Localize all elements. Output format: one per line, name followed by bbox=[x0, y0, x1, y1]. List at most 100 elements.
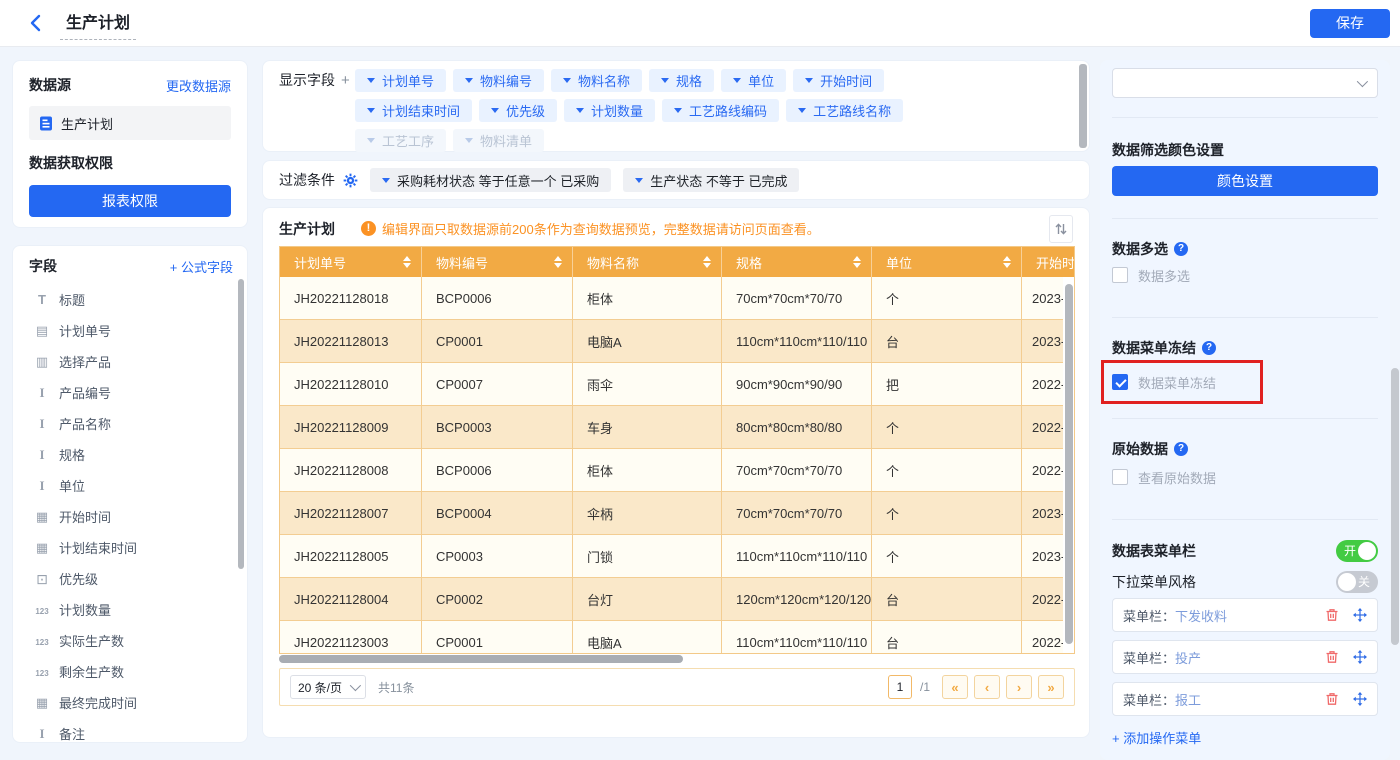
table-cell: 110cm*110cm*110/110 bbox=[722, 320, 872, 362]
trash-icon[interactable] bbox=[1325, 608, 1339, 622]
move-icon[interactable] bbox=[1353, 692, 1367, 706]
display-fields-label: 显示字段+ bbox=[279, 69, 355, 143]
help-icon[interactable] bbox=[1202, 341, 1216, 355]
display-field-chip-disabled[interactable]: 物料清单 bbox=[453, 129, 544, 152]
page-scrollbar[interactable] bbox=[1391, 368, 1399, 645]
display-field-chip[interactable]: 规格 bbox=[649, 69, 714, 92]
field-item[interactable]: 单位 bbox=[29, 470, 233, 501]
dropdown-style-row: 下拉菜单风格 关 bbox=[1112, 571, 1378, 593]
save-button[interactable]: 保存 bbox=[1310, 9, 1390, 38]
field-item[interactable]: 备注 bbox=[29, 718, 233, 743]
back-icon[interactable] bbox=[28, 14, 44, 32]
last-page-button[interactable]: » bbox=[1038, 675, 1064, 699]
menu-bar-item-name: 投产 bbox=[1175, 648, 1201, 667]
gear-icon[interactable] bbox=[343, 173, 358, 188]
display-field-chip[interactable]: 单位 bbox=[721, 69, 786, 92]
first-page-button[interactable]: « bbox=[942, 675, 968, 699]
filter-chip[interactable]: 采购耗材状态 等于任意一个 已采购 bbox=[370, 168, 611, 192]
table-row[interactable]: JH20221128009BCP0003车身80cm*80cm*80/80个20… bbox=[280, 406, 1075, 449]
field-item[interactable]: 产品名称 bbox=[29, 408, 233, 439]
change-datasource-link[interactable]: 更改数据源 bbox=[166, 76, 231, 95]
display-field-chip-disabled[interactable]: 工艺工序 bbox=[355, 129, 446, 152]
menubar-toggle[interactable]: 开 bbox=[1336, 540, 1378, 562]
display-field-chip[interactable]: 优先级 bbox=[479, 99, 557, 122]
field-item[interactable]: 标题 bbox=[29, 284, 233, 315]
field-item[interactable]: 产品编号 bbox=[29, 377, 233, 408]
table-row[interactable]: JH20221128004CP0002台灯120cm*120cm*120/120… bbox=[280, 578, 1075, 621]
column-header[interactable]: 计划单号 bbox=[280, 247, 422, 277]
help-icon[interactable] bbox=[1174, 242, 1188, 256]
sort-icon[interactable] bbox=[554, 256, 562, 268]
field-item[interactable]: 开始时间 bbox=[29, 501, 233, 532]
table-row[interactable]: JH20221128005CP0003门锁110cm*110cm*110/110… bbox=[280, 535, 1075, 578]
table-vertical-scrollbar[interactable] bbox=[1065, 284, 1073, 644]
column-header[interactable]: 单位 bbox=[872, 247, 1022, 277]
move-icon[interactable] bbox=[1353, 608, 1367, 622]
menu-bar-item[interactable]: 菜单栏： 下发收料 bbox=[1112, 598, 1378, 632]
page-number-input[interactable]: 1 bbox=[888, 675, 912, 699]
page-size-select[interactable]: 20 条/页 bbox=[290, 675, 366, 699]
multi-select-checkbox[interactable] bbox=[1112, 267, 1128, 283]
display-field-chip[interactable]: 计划结束时间 bbox=[355, 99, 472, 122]
field-item-label: 选择产品 bbox=[59, 352, 111, 371]
table-row[interactable]: JH20221128007BCP0004伞柄70cm*70cm*70/70个20… bbox=[280, 492, 1075, 535]
sort-order-button[interactable] bbox=[1049, 215, 1073, 243]
field-item[interactable]: 最终完成时间 bbox=[29, 687, 233, 718]
field-item[interactable]: 规格 bbox=[29, 439, 233, 470]
table-row[interactable]: JH20221128010CP0007雨伞90cm*90cm*90/90把202… bbox=[280, 363, 1075, 406]
column-header[interactable]: 开始时间 bbox=[1022, 247, 1075, 277]
column-header[interactable]: 物料名称 bbox=[573, 247, 722, 277]
table-row[interactable]: JH20221128008BCP0006柜体70cm*70cm*70/70个20… bbox=[280, 449, 1075, 492]
display-field-chip[interactable]: 计划单号 bbox=[355, 69, 446, 92]
datasource-title: 数据源 bbox=[29, 75, 71, 95]
sort-icon[interactable] bbox=[1003, 256, 1011, 268]
display-field-chip[interactable]: 工艺路线编码 bbox=[662, 99, 779, 122]
column-header[interactable]: 规格 bbox=[722, 247, 872, 277]
sort-icon[interactable] bbox=[853, 256, 861, 268]
display-field-chip[interactable]: 物料名称 bbox=[551, 69, 642, 92]
field-item[interactable]: 优先级 bbox=[29, 563, 233, 594]
table-horizontal-scrollbar[interactable] bbox=[279, 655, 683, 663]
sort-icon[interactable] bbox=[703, 256, 711, 268]
datasource-item[interactable]: 生产计划 bbox=[29, 106, 231, 140]
add-menu-link[interactable]: + 添加操作菜单 bbox=[1112, 728, 1378, 747]
trash-icon[interactable] bbox=[1325, 650, 1339, 664]
prev-page-button[interactable]: ‹ bbox=[974, 675, 1000, 699]
help-icon[interactable] bbox=[1174, 442, 1188, 456]
settings-dropdown[interactable] bbox=[1112, 68, 1378, 98]
display-field-chip[interactable]: 物料编号 bbox=[453, 69, 544, 92]
field-item[interactable]: 计划结束时间 bbox=[29, 532, 233, 563]
formula-field-link[interactable]: + 公式字段 bbox=[170, 257, 233, 276]
filter-chip[interactable]: 生产状态 不等于 已完成 bbox=[623, 168, 799, 192]
display-field-chip[interactable]: 开始时间 bbox=[793, 69, 884, 92]
trash-icon[interactable] bbox=[1325, 692, 1339, 706]
dropdown-style-toggle[interactable]: 关 bbox=[1336, 571, 1378, 593]
field-item[interactable]: 计划单号 bbox=[29, 315, 233, 346]
table-row[interactable]: JH20221128013CP0001电脑A110cm*110cm*110/11… bbox=[280, 320, 1075, 363]
column-header[interactable]: 物料编号 bbox=[422, 247, 573, 277]
report-perm-button[interactable]: 报表权限 bbox=[29, 185, 231, 217]
display-card-scrollbar[interactable] bbox=[1079, 64, 1087, 148]
menu-bar-item[interactable]: 菜单栏： 报工 bbox=[1112, 682, 1378, 716]
field-item[interactable]: 计划数量 bbox=[29, 594, 233, 625]
table-row[interactable]: JH20221123003CP0001电脑A110cm*110cm*110/11… bbox=[280, 621, 1075, 654]
fields-scrollbar[interactable] bbox=[238, 279, 244, 569]
field-type-icon bbox=[33, 665, 51, 678]
table-cell: 个 bbox=[872, 277, 1022, 319]
sort-icon[interactable] bbox=[403, 256, 411, 268]
freeze-checkbox[interactable] bbox=[1112, 374, 1128, 390]
field-item[interactable]: 选择产品 bbox=[29, 346, 233, 377]
move-icon[interactable] bbox=[1353, 650, 1367, 664]
field-item[interactable]: 剩余生产数 bbox=[29, 656, 233, 687]
next-page-button[interactable]: › bbox=[1006, 675, 1032, 699]
raw-data-checkbox[interactable] bbox=[1112, 469, 1128, 485]
table-row[interactable]: JH20221128018BCP0006柜体70cm*70cm*70/70个20… bbox=[280, 277, 1075, 320]
display-field-chip[interactable]: 计划数量 bbox=[564, 99, 655, 122]
add-display-field-icon[interactable]: + bbox=[341, 72, 350, 89]
field-item[interactable]: 实际生产数 bbox=[29, 625, 233, 656]
caret-down-icon bbox=[576, 108, 584, 113]
menu-bar-item[interactable]: 菜单栏： 投产 bbox=[1112, 640, 1378, 674]
field-type-icon bbox=[33, 572, 51, 586]
color-settings-button[interactable]: 颜色设置 bbox=[1112, 166, 1378, 196]
display-field-chip[interactable]: 工艺路线名称 bbox=[786, 99, 903, 122]
